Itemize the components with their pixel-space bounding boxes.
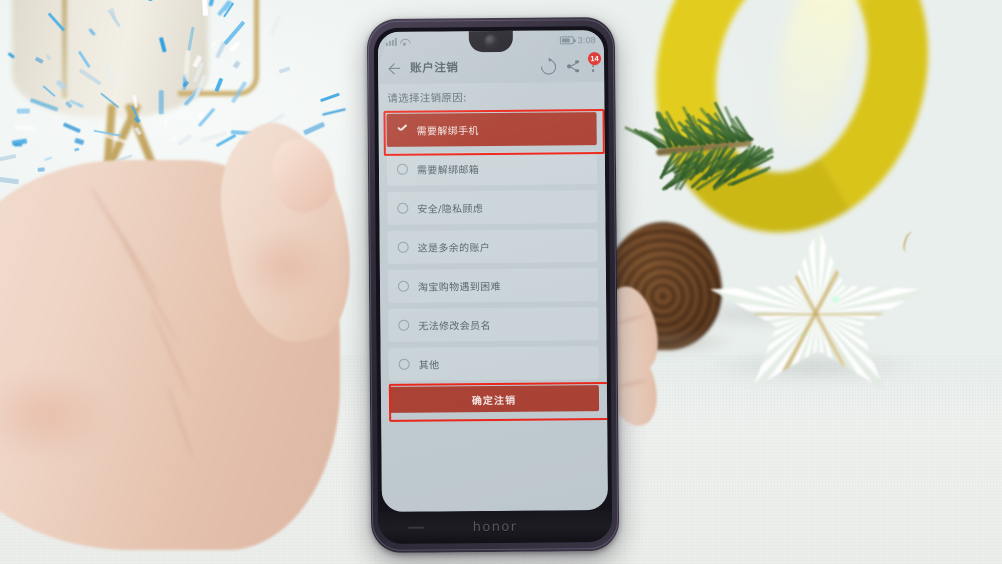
refresh-icon[interactable]	[538, 55, 560, 78]
speaker-grille	[408, 526, 425, 529]
reason-label: 这是多余的账户	[417, 243, 491, 255]
radio-icon	[397, 202, 409, 214]
confetti-piece	[79, 68, 102, 86]
confetti-piece	[208, 0, 216, 7]
reason-row[interactable]: 这是多余的账户	[387, 229, 598, 264]
confetti-piece	[47, 12, 65, 32]
reason-label: 安全/隐私顾虑	[417, 204, 484, 216]
reason-row[interactable]: 安全/隐私顾虑	[387, 190, 598, 225]
wifi-icon	[400, 38, 409, 45]
confetti-piece	[186, 26, 195, 51]
front-camera-icon	[484, 34, 497, 48]
phone-chin: honor	[377, 509, 613, 545]
confirm-logout-label: 确定注销	[471, 395, 517, 407]
confetti-piece	[7, 51, 16, 59]
app-header: 账户注销 14	[377, 50, 605, 84]
reason-label: 需要解绑手机	[416, 126, 479, 138]
back-arrow-icon[interactable]	[387, 60, 402, 75]
confetti-piece	[100, 91, 120, 109]
screenshot-scene: 3:08 账户注销 14 请选择注销原因: 需要解绑手机 需要解绑邮箱 安全/隐…	[0, 0, 1002, 564]
confetti-piece	[29, 97, 59, 112]
confetti-piece	[223, 21, 245, 46]
radio-icon	[396, 163, 409, 175]
phone-screen: 3:08 账户注销 14 请选择注销原因: 需要解绑手机 需要解绑邮箱 安全/隐…	[377, 30, 608, 512]
phone-bezel: 3:08 账户注销 14 请选择注销原因: 需要解绑手机 需要解绑邮箱 安全/隐…	[373, 25, 613, 545]
confetti-piece	[103, 60, 116, 85]
pine-branch	[623, 72, 816, 222]
confetti-piece	[209, 40, 217, 47]
confetti-piece	[232, 60, 241, 69]
reason-label: 无法修改会员名	[418, 321, 491, 333]
confetti-piece	[201, 0, 208, 17]
battery-icon	[559, 36, 574, 45]
confetti-piece	[88, 28, 96, 36]
confetti-piece	[158, 37, 167, 53]
confirm-logout-button[interactable]: 确定注销	[388, 385, 600, 413]
page-title: 账户注销	[410, 60, 459, 75]
radio-icon	[398, 358, 410, 370]
reason-row[interactable]: 其他	[388, 346, 599, 381]
notification-badge: 14	[587, 52, 602, 66]
header-actions: 14	[538, 52, 602, 78]
status-bar-time: 3:08	[577, 35, 596, 46]
radio-icon	[397, 280, 410, 292]
confetti-piece	[148, 0, 155, 1]
check-icon	[397, 126, 408, 135]
confetti-piece	[269, 15, 283, 37]
confetti-piece	[230, 80, 248, 104]
confetti-piece	[214, 77, 224, 92]
reason-row[interactable]: 淘宝购物遇到困难	[387, 268, 599, 303]
reason-list: 需要解绑手机 需要解绑邮箱 安全/隐私顾虑 这是多余的账户 淘宝购物遇到困难 无法修改会员…	[379, 112, 607, 381]
confetti-piece	[183, 50, 191, 79]
confetti-piece	[17, 108, 31, 114]
confetti-piece	[182, 80, 190, 88]
confetti-piece	[77, 50, 91, 69]
reason-label: 其他	[418, 360, 440, 372]
share-icon[interactable]	[567, 59, 580, 73]
confetti-piece	[46, 53, 52, 60]
reason-label: 淘宝购物遇到困难	[417, 281, 501, 294]
confetti-piece	[34, 56, 45, 64]
confetti-piece	[229, 41, 240, 52]
reason-label: 需要解绑邮箱	[416, 165, 480, 177]
reason-row[interactable]: 需要解绑手机	[386, 112, 597, 147]
page-body: 请选择注销原因: 需要解绑手机 需要解绑邮箱 安全/隐私顾虑 这是多余的账户 淘宝购物遇…	[378, 82, 608, 512]
reason-row[interactable]: 无法修改会员名	[388, 307, 599, 342]
more-vertical-icon[interactable]: 14	[587, 52, 602, 73]
confetti-piece	[278, 65, 291, 73]
phone-brand-logo: honor	[472, 519, 518, 535]
confetti-piece	[41, 85, 56, 98]
radio-icon	[397, 241, 409, 253]
glitter-star-ornament	[708, 228, 928, 398]
reason-row[interactable]: 需要解绑邮箱	[386, 151, 598, 186]
radio-icon	[398, 319, 410, 331]
phone-device: 3:08 账户注销 14 请选择注销原因: 需要解绑手机 需要解绑邮箱 安全/隐…	[366, 16, 620, 554]
signal-icon	[385, 37, 397, 46]
confetti-piece	[55, 79, 67, 91]
left-hand	[0, 112, 410, 564]
prompt-label: 请选择注销原因:	[387, 92, 467, 105]
confetti-piece	[158, 90, 164, 115]
